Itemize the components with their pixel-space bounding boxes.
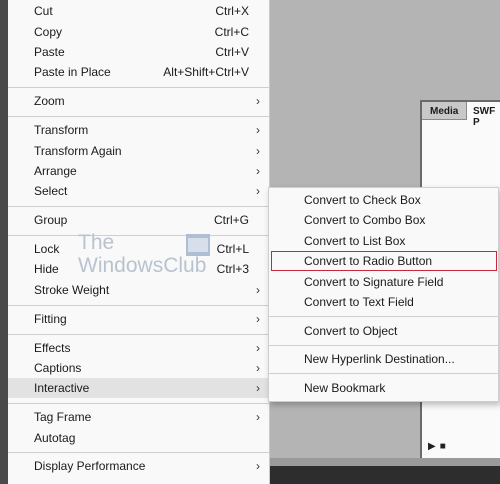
submenu-separator bbox=[269, 345, 498, 346]
chevron-right-icon: › bbox=[256, 184, 260, 198]
menu-item-label: Transform bbox=[34, 123, 89, 137]
submenu-item-label: New Bookmark bbox=[304, 381, 386, 395]
watermark-line1: The bbox=[78, 231, 115, 254]
menu-item-stroke-weight[interactable]: Stroke Weight › bbox=[8, 280, 270, 300]
submenu-separator bbox=[269, 373, 498, 374]
play-icon[interactable]: ▶ bbox=[428, 441, 436, 452]
chevron-right-icon: › bbox=[256, 144, 260, 158]
status-bar-edge bbox=[268, 458, 500, 466]
menu-item-shortcut: Ctrl+G bbox=[213, 213, 249, 227]
menu-separator bbox=[8, 452, 270, 453]
submenu-item-label: Convert to Radio Button bbox=[304, 254, 433, 268]
menu-item-label: Hide bbox=[34, 262, 59, 276]
submenu-item-label: Convert to Object bbox=[304, 324, 398, 338]
menu-separator bbox=[8, 305, 270, 306]
menu-item-paste-in-place[interactable]: Paste in Place Alt+Shift+Ctrl+V bbox=[8, 62, 270, 82]
menu-item-fitting[interactable]: Fitting › bbox=[8, 309, 270, 329]
menu-item-paste[interactable]: Paste Ctrl+V bbox=[8, 42, 270, 62]
menu-item-shortcut: Ctrl+X bbox=[215, 4, 249, 18]
menu-item-shortcut: Ctrl+C bbox=[214, 25, 249, 39]
chevron-right-icon: › bbox=[256, 361, 260, 375]
menu-item-zoom[interactable]: Zoom › bbox=[8, 91, 270, 111]
menu-item-interactive[interactable]: Interactive › bbox=[8, 378, 270, 398]
menu-item-label: Paste bbox=[34, 45, 65, 59]
chevron-right-icon: › bbox=[256, 410, 260, 424]
panel-tab-bar: Media SWF P bbox=[422, 102, 500, 128]
menu-separator bbox=[8, 116, 270, 117]
menu-item-label: Fitting bbox=[34, 312, 67, 326]
menu-item-label: Copy bbox=[34, 25, 63, 39]
chevron-right-icon: › bbox=[256, 459, 260, 473]
menu-item-label: Interactive bbox=[34, 381, 90, 395]
stop-icon[interactable]: ■ bbox=[440, 441, 446, 452]
menu-item-cut[interactable]: Cut Ctrl+X bbox=[8, 1, 270, 21]
submenu-item-label: Convert to Check Box bbox=[304, 193, 421, 207]
context-menu: Cut Ctrl+X Copy Ctrl+C Paste Ctrl+V Past… bbox=[8, 0, 270, 484]
interactive-submenu: Convert to Check Box Convert to Combo Bo… bbox=[268, 187, 499, 402]
menu-item-label: Tag Frame bbox=[34, 410, 92, 424]
menu-item-label: Cut bbox=[34, 4, 53, 18]
menu-item-copy[interactable]: Copy Ctrl+C bbox=[8, 22, 270, 42]
submenu-item-label: Convert to Text Field bbox=[304, 295, 414, 309]
menu-item-label: Captions bbox=[34, 361, 82, 375]
panel-controls: ▶ ■ bbox=[428, 441, 450, 452]
submenu-item-convert-to-radio-button[interactable]: Convert to Radio Button bbox=[271, 251, 497, 271]
chevron-right-icon: › bbox=[256, 123, 260, 137]
submenu-item-convert-to-combo-box[interactable]: Convert to Combo Box bbox=[269, 210, 498, 230]
menu-item-label: Stroke Weight bbox=[34, 283, 110, 297]
menu-separator bbox=[8, 403, 270, 404]
submenu-item-new-bookmark[interactable]: New Bookmark bbox=[269, 378, 498, 398]
menu-item-label: Arrange bbox=[34, 164, 77, 178]
menu-item-label: Effects bbox=[34, 341, 71, 355]
menu-item-display-performance[interactable]: Display Performance › bbox=[8, 456, 270, 476]
menu-item-label: Group bbox=[34, 213, 68, 227]
menu-item-captions[interactable]: Captions › bbox=[8, 358, 270, 378]
menu-item-transform[interactable]: Transform › bbox=[8, 120, 270, 140]
submenu-item-label: New Hyperlink Destination... bbox=[304, 352, 455, 366]
menu-item-effects[interactable]: Effects › bbox=[8, 338, 270, 358]
chevron-right-icon: › bbox=[256, 381, 260, 395]
menu-item-label: Transform Again bbox=[34, 144, 122, 158]
windowsclub-logo-icon bbox=[186, 234, 210, 256]
menu-item-label: Paste in Place bbox=[34, 65, 111, 79]
submenu-item-convert-to-check-box[interactable]: Convert to Check Box bbox=[269, 190, 498, 210]
chevron-right-icon: › bbox=[256, 341, 260, 355]
submenu-item-new-hyperlink-destination[interactable]: New Hyperlink Destination... bbox=[269, 349, 498, 369]
watermark-line2: WindowsClub bbox=[78, 254, 207, 277]
chevron-right-icon: › bbox=[256, 164, 260, 178]
submenu-item-label: Convert to List Box bbox=[304, 234, 406, 248]
submenu-item-convert-to-list-box[interactable]: Convert to List Box bbox=[269, 231, 498, 251]
submenu-item-convert-to-object[interactable]: Convert to Object bbox=[269, 321, 498, 341]
menu-item-tag-frame[interactable]: Tag Frame › bbox=[8, 407, 270, 427]
submenu-item-label: Convert to Signature Field bbox=[304, 275, 444, 289]
chevron-right-icon: › bbox=[256, 283, 260, 297]
menu-item-autotag[interactable]: Autotag bbox=[8, 428, 270, 448]
menu-item-label: Autotag bbox=[34, 431, 76, 445]
chevron-right-icon: › bbox=[256, 312, 260, 326]
menu-item-label: Zoom bbox=[34, 94, 65, 108]
submenu-separator bbox=[269, 316, 498, 317]
menu-item-label: Display Performance bbox=[34, 459, 146, 473]
menu-item-label: Select bbox=[34, 184, 68, 198]
menu-separator bbox=[8, 206, 270, 207]
tab-media[interactable]: Media bbox=[430, 106, 458, 117]
menu-item-label: Lock bbox=[34, 242, 60, 256]
submenu-item-convert-to-signature-field[interactable]: Convert to Signature Field bbox=[269, 272, 498, 292]
tab-swf-preview[interactable]: SWF P bbox=[466, 102, 500, 128]
submenu-item-convert-to-text-field[interactable]: Convert to Text Field bbox=[269, 292, 498, 312]
menu-item-group[interactable]: Group Ctrl+G bbox=[8, 210, 270, 230]
menu-item-transform-again[interactable]: Transform Again › bbox=[8, 141, 270, 161]
menu-separator bbox=[8, 334, 270, 335]
submenu-item-label: Convert to Combo Box bbox=[304, 213, 426, 227]
menu-item-select[interactable]: Select › bbox=[8, 181, 270, 201]
menu-item-shortcut: Ctrl+V bbox=[215, 45, 249, 59]
menu-separator bbox=[8, 87, 270, 88]
watermark: The WindowsClub bbox=[78, 232, 228, 282]
chevron-right-icon: › bbox=[256, 94, 260, 108]
menu-item-shortcut: Alt+Shift+Ctrl+V bbox=[163, 65, 249, 79]
menu-item-arrange[interactable]: Arrange › bbox=[8, 161, 270, 181]
